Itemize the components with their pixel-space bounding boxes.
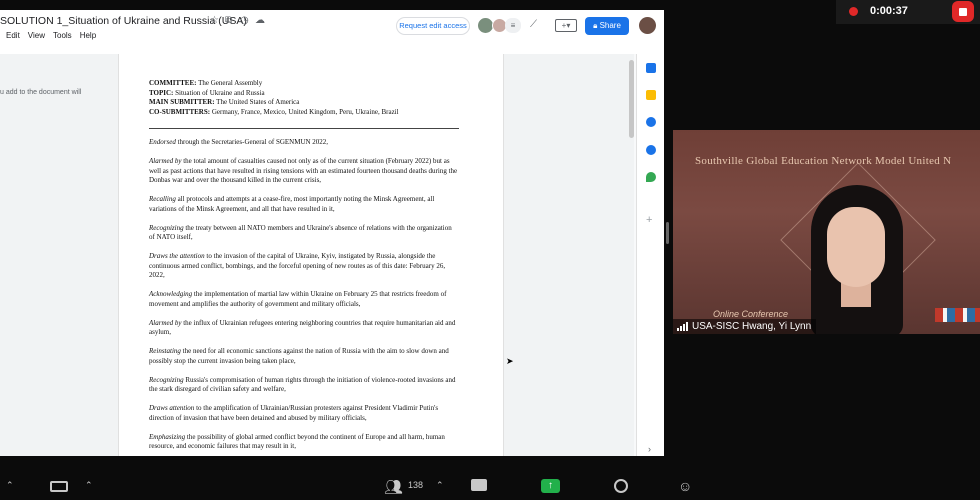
header-line-committee: COMMITTEE: The General Assembly: [149, 79, 263, 87]
resolution-header: COMMITTEE: The General Assembly TOPIC: S…: [149, 79, 459, 117]
preambular-clause: Recognizing Russia's compromisation of h…: [149, 375, 456, 394]
header-line-co-submitters: CO-SUBMITTERS: Germany, France, Mexico, …: [149, 107, 399, 116]
stop-icon: [959, 8, 967, 16]
menu-help[interactable]: Help: [80, 31, 96, 40]
video-options-chevron-icon[interactable]: ⌃: [85, 480, 93, 491]
flags-decoration: [935, 308, 980, 322]
document-page[interactable]: COMMITTEE: The General Assembly TOPIC: S…: [118, 54, 514, 456]
shared-screen: SOLUTION 1_Situation of Ukraine and Russ…: [0, 10, 664, 456]
virtual-background-banner: Southville Global Education Network Mode…: [695, 155, 952, 167]
keep-icon[interactable]: [646, 90, 656, 100]
cloud-icon[interactable]: ☁: [255, 15, 265, 26]
profile-avatar[interactable]: [639, 17, 656, 34]
meeting-toolbar: [0, 470, 980, 500]
doc-menu-bar: Edit View Tools Help: [6, 31, 96, 40]
recording-timer: 0:00:37: [870, 5, 908, 17]
recording-dot-icon: [849, 7, 858, 16]
video-camera-icon[interactable]: [50, 481, 68, 492]
viewer-avatar[interactable]: [478, 18, 493, 33]
record-icon[interactable]: [614, 479, 628, 493]
comment-icon[interactable]: ≡: [505, 18, 521, 33]
preambular-clause: Emphasizing the possibility of global ar…: [149, 432, 445, 451]
reactions-icon[interactable]: ☺: [678, 478, 692, 494]
lock-icon: 🔒︎: [593, 21, 598, 30]
participant-video[interactable]: Southville Global Education Network Mode…: [673, 130, 980, 334]
signal-strength-icon: [677, 322, 688, 331]
audio-options-chevron-icon[interactable]: ⌃: [6, 480, 14, 491]
chat-icon[interactable]: [471, 479, 487, 491]
meet-present-icon[interactable]: +▾: [555, 19, 577, 32]
participants-count: 138: [408, 480, 424, 490]
participant-name-tag: USA-SISC Hwang, Yi Lynn: [673, 319, 817, 334]
preambular-clause: Recognizing the treaty between all NATO …: [149, 223, 452, 242]
participants-chevron-icon[interactable]: ⌃: [436, 480, 444, 491]
request-edit-access-button[interactable]: Request edit access: [396, 17, 470, 35]
move-icon[interactable]: ⧉: [225, 15, 232, 26]
preambular-clause: Endorsed through the Secretaries-General…: [149, 138, 329, 146]
history-icon[interactable]: ◷: [240, 15, 249, 26]
header-line-topic: TOPIC: Situation of Ukraine and Russia: [149, 88, 265, 97]
calendar-icon[interactable]: [646, 63, 656, 73]
header-line-main-submitter: MAIN SUBMITTER: The United States of Ame…: [149, 98, 300, 106]
preambular-clause: Acknowledging the implementation of mart…: [149, 290, 447, 308]
chevron-right-icon[interactable]: ›: [648, 444, 651, 454]
doc-canvas: u add to the document will COMMITTEE: Th…: [0, 54, 632, 456]
doc-scroll-thumb[interactable]: [629, 60, 634, 138]
outline-note: u add to the document will: [0, 89, 82, 96]
share-screen-button[interactable]: ↑: [541, 479, 560, 493]
preambular-clause: Reinstating the need for all economic sa…: [149, 347, 449, 365]
split-view-handle[interactable]: [666, 222, 669, 244]
menu-edit[interactable]: Edit: [6, 31, 20, 40]
contacts-icon[interactable]: [646, 145, 656, 155]
menu-tools[interactable]: Tools: [53, 31, 72, 40]
share-button-label: Share: [599, 21, 621, 30]
mouse-cursor-icon: ➤: [506, 356, 514, 366]
add-addon-icon[interactable]: +: [646, 214, 652, 226]
tasks-icon[interactable]: [646, 117, 656, 127]
preambular-clause: Alarmed by the influx of Ukrainian refug…: [149, 318, 456, 337]
maps-icon[interactable]: [646, 172, 656, 182]
participant-figure: [801, 185, 921, 334]
header-divider: [149, 128, 459, 129]
document-body: COMMITTEE: The General Assembly TOPIC: S…: [149, 79, 459, 456]
participants-icon[interactable]: 👥︎: [384, 478, 403, 496]
participant-name: USA-SISC Hwang, Yi Lynn: [692, 321, 812, 332]
preambular-clause: Draws attention to the amplification of …: [149, 404, 439, 422]
doc-title-bar: SOLUTION 1_Situation of Ukraine and Russ…: [0, 10, 664, 54]
virtual-background-subtitle: Online Conference: [713, 309, 789, 319]
preambular-clause: Alarmed by the total amount of casualtie…: [149, 157, 458, 184]
menu-view[interactable]: View: [28, 31, 45, 40]
star-icon[interactable]: ☆: [210, 15, 219, 26]
activity-icon[interactable]: ⟋: [530, 19, 537, 30]
zoom-window: SOLUTION 1_Situation of Ukraine and Russ…: [0, 0, 980, 500]
side-panel: + ›: [636, 54, 664, 456]
preambular-clause: Recalling all protocols and attempts at …: [149, 195, 435, 213]
share-button[interactable]: 🔒︎ Share: [585, 17, 629, 35]
preambular-clause: Draws the attention to the invasion of t…: [149, 252, 446, 279]
